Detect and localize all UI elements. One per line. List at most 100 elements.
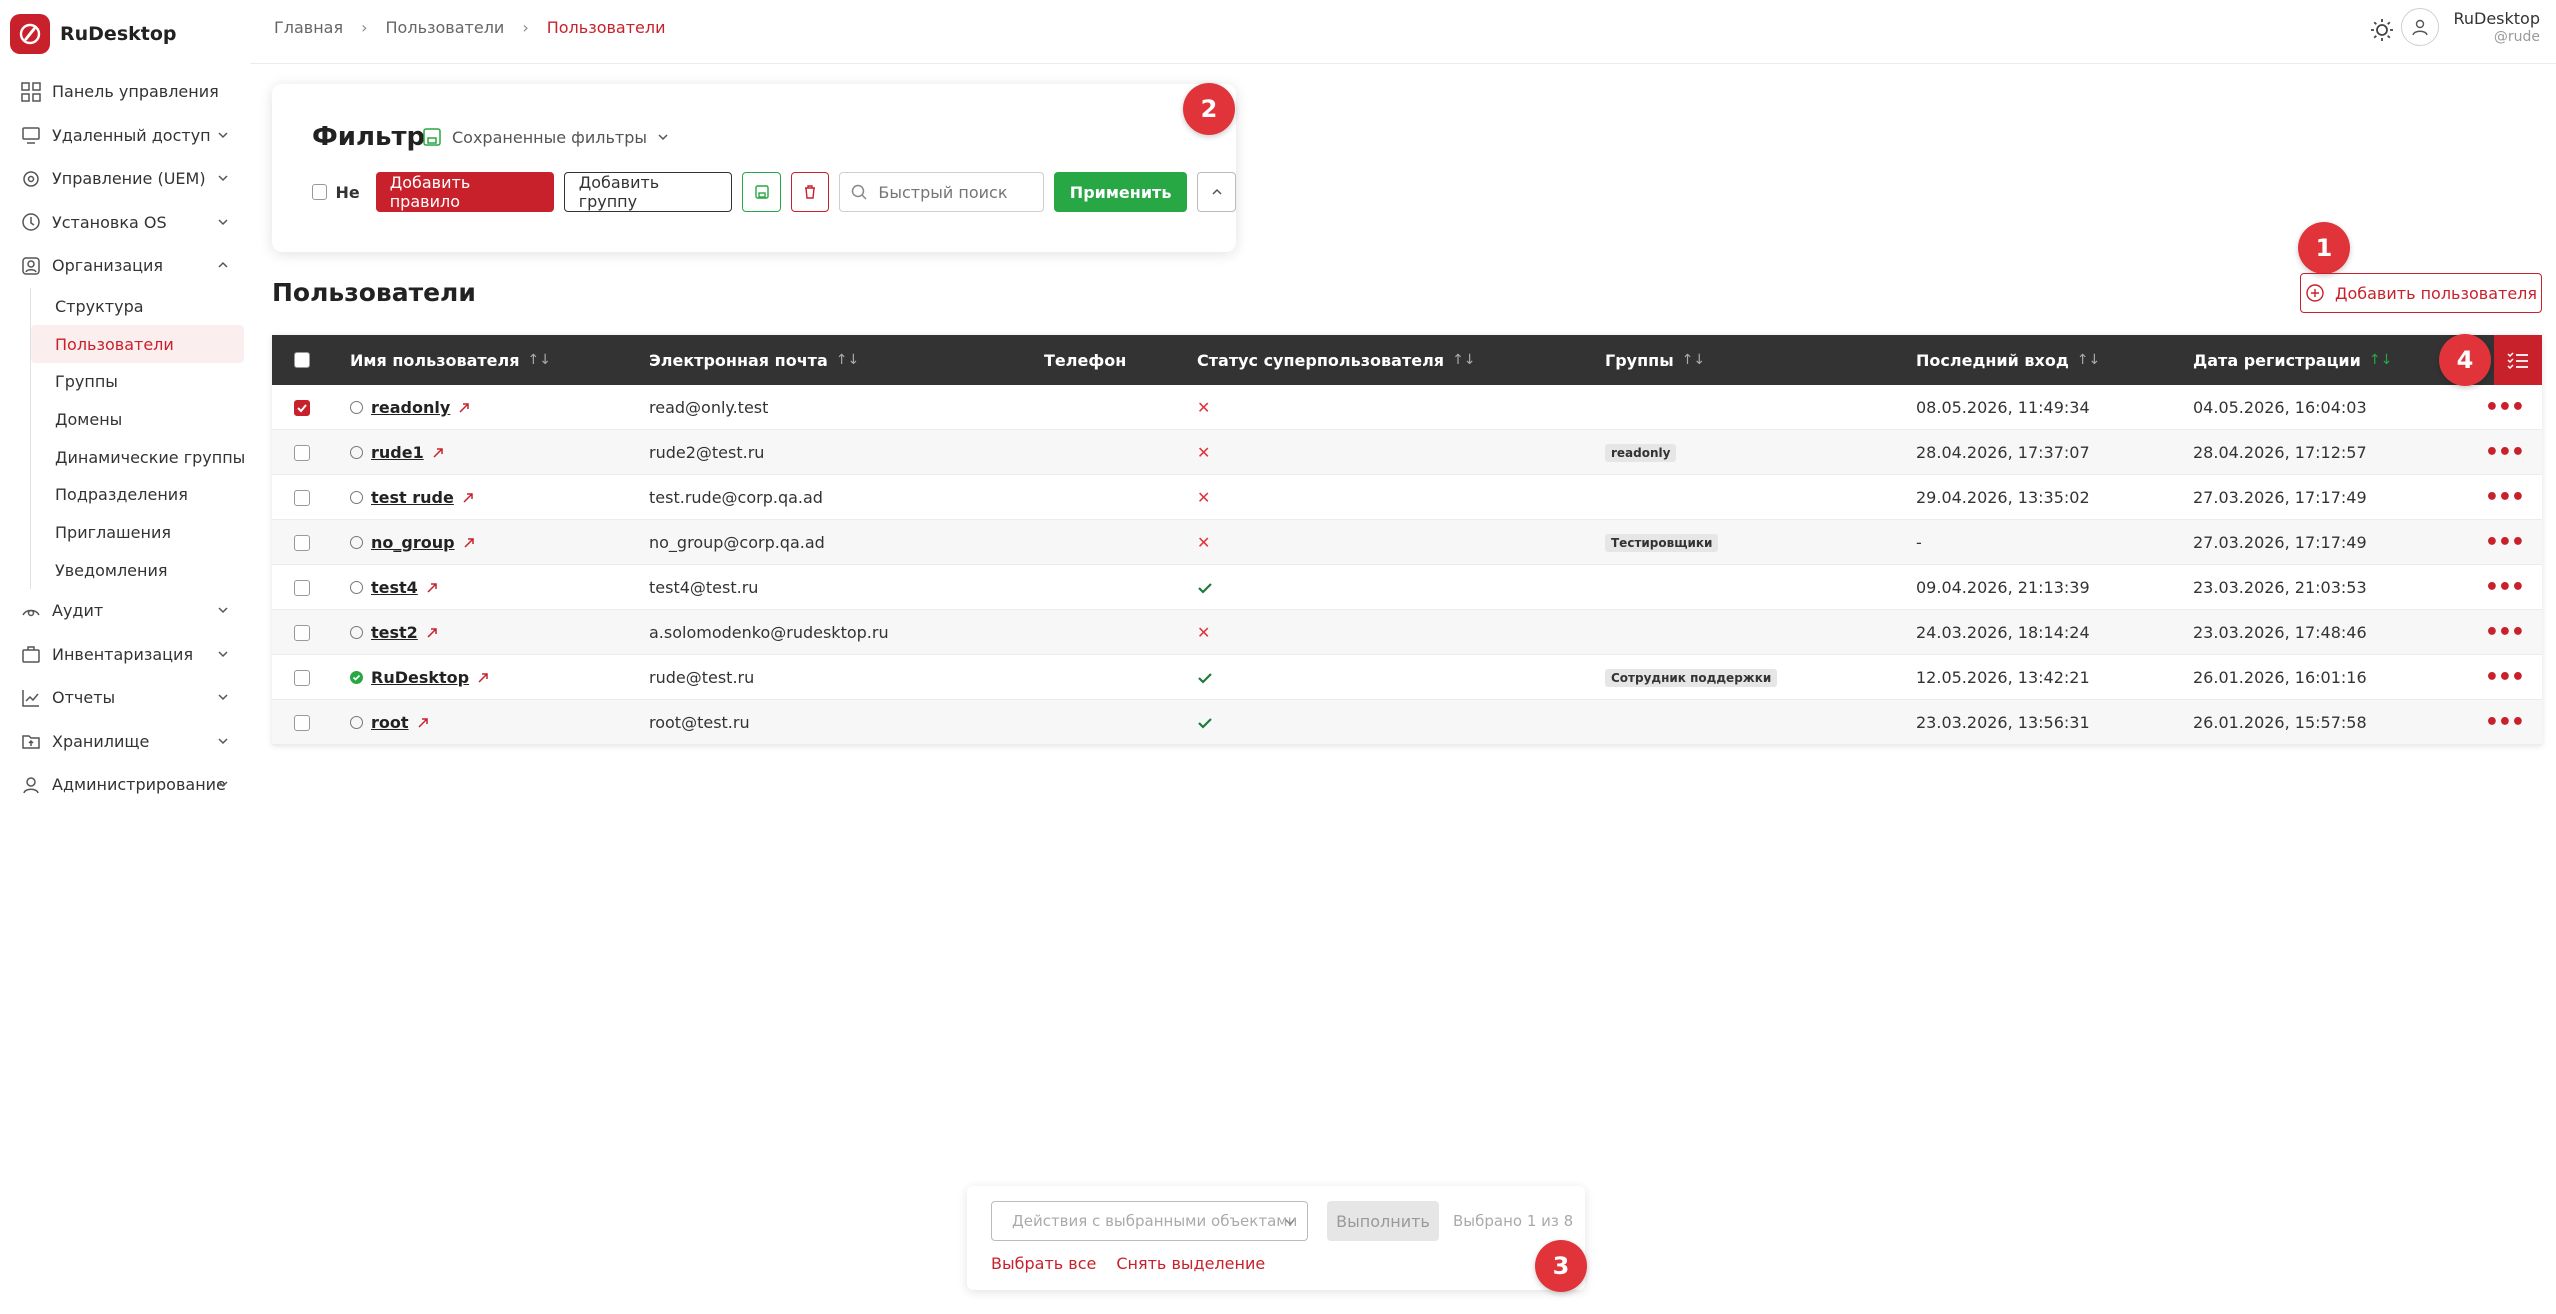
sort-icon: ↑↓ bbox=[527, 352, 551, 368]
admin-icon bbox=[23, 777, 39, 794]
sidebar-item-groups[interactable]: Группы bbox=[31, 363, 250, 401]
sidebar-item-os-install[interactable]: Установка OS bbox=[0, 201, 250, 245]
not-checkbox[interactable] bbox=[312, 184, 328, 200]
user-menu[interactable]: RuDesktop @rude bbox=[2401, 8, 2540, 46]
table-row[interactable]: test4 test4@test.ru 09.04.2026, 21:13:39 23… bbox=[272, 565, 2542, 610]
table-row[interactable]: root root@test.ru 23.03.2026, 13:56:31 26.0… bbox=[272, 700, 2542, 745]
table-row[interactable]: test rude test.rude@corp.qa.ad ✕ 29.04.2026… bbox=[272, 475, 2542, 520]
external-link-icon[interactable] bbox=[426, 582, 438, 594]
theme-toggle-button[interactable] bbox=[2368, 16, 2396, 44]
row-actions-menu[interactable]: ••• bbox=[2485, 530, 2525, 555]
add-rule-button[interactable]: Добавить правило bbox=[375, 172, 554, 212]
sidebar-item-administration[interactable]: Администрирование bbox=[0, 763, 250, 807]
column-header-groups[interactable]: Группы ↑↓ bbox=[1605, 335, 1705, 385]
select-all-checkbox[interactable] bbox=[294, 352, 310, 368]
sidebar-item-departments[interactable]: Подразделения bbox=[31, 476, 250, 514]
row-checkbox[interactable] bbox=[294, 489, 310, 506]
breadcrumb-home[interactable]: Главная bbox=[274, 18, 343, 37]
user-icon bbox=[2412, 19, 2429, 36]
sidebar-item-reports[interactable]: Отчеты bbox=[0, 676, 250, 720]
row-actions-menu[interactable]: ••• bbox=[2485, 575, 2525, 600]
sidebar-item-label: Панель управления bbox=[52, 82, 219, 102]
save-filter-button[interactable] bbox=[742, 172, 781, 212]
table-row[interactable]: no_group no_group@corp.qa.ad ✕ Тестировщики… bbox=[272, 520, 2542, 565]
select-all-link[interactable]: Выбрать все bbox=[991, 1254, 1096, 1273]
bulk-actions-bar: Действия с выбранными объектами Выполнит… bbox=[967, 1186, 1585, 1290]
collapse-filter-button[interactable] bbox=[1197, 172, 1236, 212]
external-link-icon[interactable] bbox=[426, 627, 438, 639]
row-checkbox[interactable] bbox=[294, 579, 310, 596]
username-link[interactable]: readonly bbox=[371, 398, 450, 417]
row-checkbox[interactable] bbox=[294, 669, 310, 686]
row-actions-menu[interactable]: ••• bbox=[2485, 485, 2525, 510]
sidebar-item-dynamic-groups[interactable]: Динамические группы bbox=[31, 438, 250, 476]
username-link[interactable]: test rude bbox=[371, 488, 454, 507]
selected-count: Выбрано 1 из 8 bbox=[1453, 1212, 1574, 1230]
sidebar-item-label: Отчеты bbox=[52, 688, 116, 708]
column-header-last-login[interactable]: Последний вход ↑↓ bbox=[1916, 335, 2100, 385]
external-link-icon[interactable] bbox=[458, 402, 470, 414]
deselect-link[interactable]: Снять выделение bbox=[1116, 1254, 1265, 1273]
column-header-username[interactable]: Имя пользователя ↑↓ bbox=[350, 335, 551, 385]
external-link-icon[interactable] bbox=[463, 537, 475, 549]
row-checkbox[interactable] bbox=[294, 444, 310, 461]
quick-search[interactable] bbox=[839, 172, 1044, 212]
table-row[interactable]: test2 a.solomodenko@rudesktop.ru ✕ 24.03.20… bbox=[272, 610, 2542, 655]
execute-button[interactable]: Выполнить bbox=[1327, 1201, 1439, 1241]
sidebar-item-domains[interactable]: Домены bbox=[31, 401, 250, 439]
row-actions-menu[interactable]: ••• bbox=[2485, 440, 2525, 465]
username-link[interactable]: root bbox=[371, 713, 409, 732]
sidebar-item-dashboard[interactable]: Панель управления bbox=[0, 70, 250, 114]
row-checkbox[interactable] bbox=[294, 399, 310, 416]
sidebar-item-uem[interactable]: Управление (UEM) bbox=[0, 157, 250, 201]
sidebar-item-audit[interactable]: Аудит bbox=[0, 589, 250, 633]
username-link[interactable]: test4 bbox=[371, 578, 418, 597]
check-icon bbox=[1198, 717, 1212, 729]
row-actions-menu[interactable]: ••• bbox=[2485, 620, 2525, 645]
external-link-icon[interactable] bbox=[417, 717, 429, 729]
username-link[interactable]: no_group bbox=[371, 533, 455, 552]
row-actions-menu[interactable]: ••• bbox=[2485, 665, 2525, 690]
sidebar-item-notifications[interactable]: Уведомления bbox=[31, 551, 250, 589]
row-checkbox[interactable] bbox=[294, 534, 310, 551]
search-input[interactable] bbox=[878, 182, 1039, 202]
external-link-icon[interactable] bbox=[477, 672, 489, 684]
add-user-button[interactable]: Добавить пользователя bbox=[2300, 273, 2542, 313]
sidebar-item-structure[interactable]: Структура bbox=[31, 288, 250, 326]
sidebar-item-organization[interactable]: Организация bbox=[0, 244, 250, 288]
delete-filter-button[interactable] bbox=[790, 172, 830, 212]
cross-icon: ✕ bbox=[1197, 533, 1211, 552]
table-row[interactable]: readonly read@only.test ✕ 08.05.2026, 11:49… bbox=[272, 385, 2542, 430]
username-link[interactable]: RuDesktop bbox=[371, 668, 469, 687]
column-header-superuser[interactable]: Статус суперпользователя ↑↓ bbox=[1197, 335, 1476, 385]
column-header-registration-date[interactable]: Дата регистрации ↑↓ bbox=[2193, 335, 2392, 385]
column-header-email[interactable]: Электронная почта ↑↓ bbox=[649, 335, 859, 385]
row-actions-menu[interactable]: ••• bbox=[2485, 710, 2525, 735]
apply-button[interactable]: Применить bbox=[1053, 172, 1188, 212]
table-row[interactable]: RuDesktop rude@test.ru Сотрудник поддержки… bbox=[272, 655, 2542, 700]
chevron-down-icon bbox=[218, 218, 228, 225]
sidebar-item-users[interactable]: Пользователи bbox=[31, 325, 244, 363]
username-link[interactable]: rude1 bbox=[371, 443, 424, 462]
sidebar-item-invitations[interactable]: Приглашения bbox=[31, 514, 250, 552]
chevron-down-icon bbox=[218, 781, 228, 788]
table-row[interactable]: rude1 rude2@test.ru ✕ readonly 28.04.2026, 1… bbox=[272, 430, 2542, 475]
bulk-actions-select[interactable]: Действия с выбранными объектами bbox=[991, 1201, 1308, 1241]
external-link-icon[interactable] bbox=[462, 492, 474, 504]
last-login-cell: 29.04.2026, 13:35:02 bbox=[1916, 488, 2090, 507]
add-group-button[interactable]: Добавить группу bbox=[563, 172, 733, 212]
row-checkbox[interactable] bbox=[294, 714, 310, 731]
status-offline-icon bbox=[350, 401, 363, 414]
username-link[interactable]: test2 bbox=[371, 623, 418, 642]
column-settings-button[interactable] bbox=[2494, 335, 2542, 385]
external-link-icon[interactable] bbox=[432, 447, 444, 459]
row-actions-menu[interactable]: ••• bbox=[2485, 395, 2525, 420]
row-checkbox[interactable] bbox=[294, 624, 310, 641]
sidebar-item-storage[interactable]: Хранилище bbox=[0, 720, 250, 764]
breadcrumb-users-section[interactable]: Пользователи bbox=[386, 18, 505, 37]
superuser-status-cell bbox=[1197, 700, 1213, 745]
saved-filters-dropdown[interactable]: Сохраненные фильтры bbox=[422, 127, 669, 147]
app-logo[interactable]: RuDesktop bbox=[10, 14, 177, 54]
sidebar-item-remote-access[interactable]: Удаленный доступ bbox=[0, 114, 250, 158]
sidebar-item-inventory[interactable]: Инвентаризация bbox=[0, 633, 250, 677]
